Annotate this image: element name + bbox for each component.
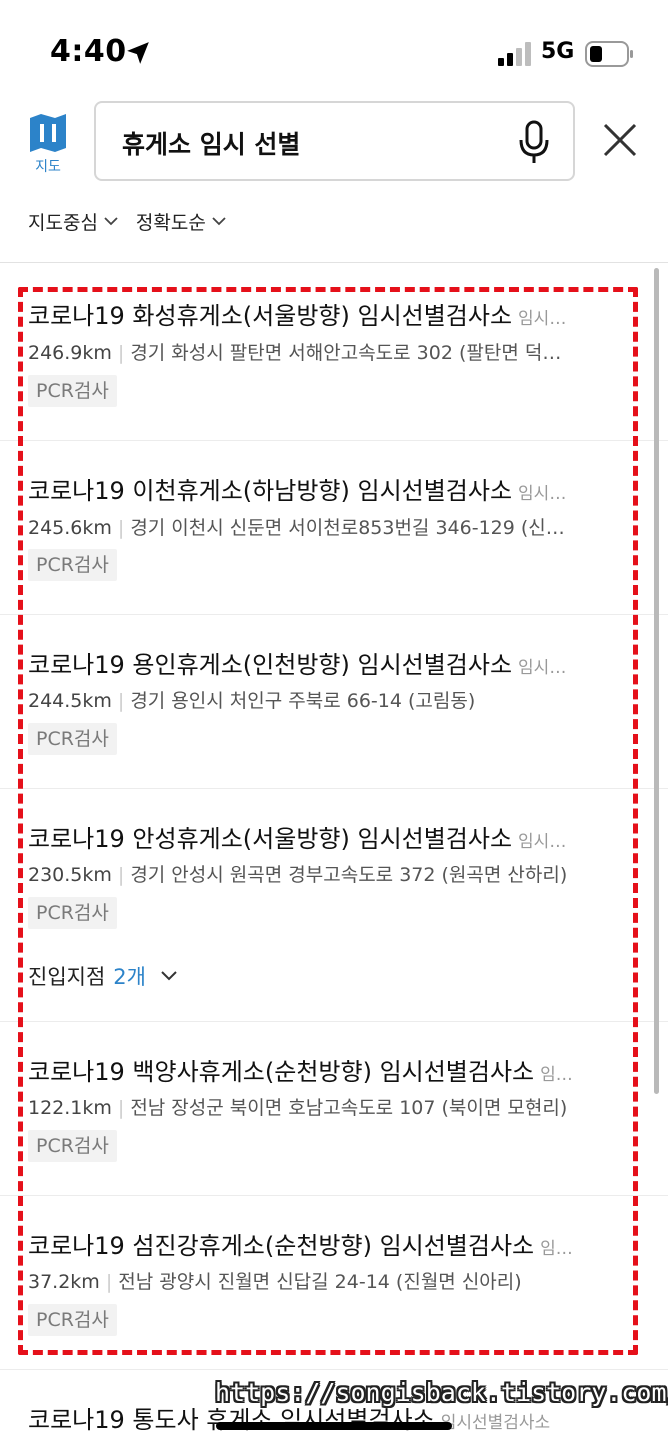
- filter-map-center[interactable]: 지도중심: [28, 205, 118, 237]
- result-category: 임…: [540, 1065, 573, 1085]
- scrollbar[interactable]: [654, 268, 659, 1094]
- status-time: 4:40: [50, 34, 127, 69]
- network-type: 5G: [541, 39, 575, 64]
- result-title: 코로나19 백양사휴게소(순천방향) 임시선별검사소: [28, 1058, 535, 1086]
- signal-icon: [498, 42, 531, 66]
- result-address: 경기 이천시 신둔면 서이천로853번길 346-129 (신…: [130, 517, 565, 539]
- result-category: 임시…: [518, 832, 567, 852]
- chevron-down-icon: [212, 217, 226, 226]
- result-category: 임시선별검사소: [440, 1413, 551, 1433]
- result-tag: PCR검사: [28, 549, 117, 581]
- result-title-row: 코로나19 이천휴게소(하남방향) 임시선별검사소 임시…: [28, 471, 632, 506]
- result-category: 임시…: [518, 658, 567, 678]
- result-title: 코로나19 이천휴게소(하남방향) 임시선별검사소: [28, 477, 513, 505]
- result-title: 코로나19 화성휴게소(서울방향) 임시선별검사소: [28, 302, 513, 330]
- result-item[interactable]: 코로나19 안성휴게소(서울방향) 임시선별검사소 임시… 230.5km | 경기 …: [0, 789, 668, 1022]
- result-address-row: 245.6km | 경기 이천시 신둔면 서이천로853번길 346-129 (신…: [28, 517, 565, 539]
- result-address: 전남 장성군 북이면 호남고속도로 107 (북이면 모현리): [130, 1097, 568, 1119]
- result-title-row: 코로나19 백양사휴게소(순천방향) 임시선별검사소 임…: [28, 1052, 632, 1087]
- result-item[interactable]: 코로나19 백양사휴게소(순천방향) 임시선별검사소 임… 122.1km | 전남 …: [0, 1022, 668, 1196]
- result-title-row: 코로나19 섬진강휴게소(순천방향) 임시선별검사소 임…: [28, 1226, 632, 1261]
- map-button[interactable]: 지도: [26, 112, 70, 182]
- result-address-row: 230.5km | 경기 안성시 원곡면 경부고속도로 372 (원곡면 산하리): [28, 864, 568, 886]
- close-icon[interactable]: [600, 120, 640, 160]
- result-tag: PCR검사: [28, 897, 117, 929]
- result-address: 경기 용인시 처인구 주북로 66-14 (고림동): [130, 690, 476, 712]
- filter-label: 정확도순: [135, 211, 206, 234]
- result-address: 경기 안성시 원곡면 경부고속도로 372 (원곡면 산하리): [130, 864, 568, 886]
- result-title-row: 코로나19 화성휴게소(서울방향) 임시선별검사소 임시…: [28, 296, 632, 331]
- result-address: 전남 광양시 진월면 신답길 24-14 (진월면 신아리): [118, 1271, 522, 1293]
- location-arrow-icon: [127, 42, 149, 64]
- filter-bar: 지도중심 정확도순: [28, 205, 226, 237]
- entry-points-count: 2개: [113, 965, 146, 989]
- watermark: https://songisback.tistory.com/: [215, 1378, 668, 1407]
- result-address-row: 244.5km | 경기 용인시 처인구 주북로 66-14 (고림동): [28, 690, 476, 712]
- chevron-down-icon: [161, 971, 177, 981]
- result-item[interactable]: 코로나19 용인휴게소(인천방향) 임시선별검사소 임시… 244.5km | 경기 …: [0, 615, 668, 789]
- filter-sort-accuracy[interactable]: 정확도순: [136, 205, 226, 237]
- result-category: 임시…: [518, 484, 567, 504]
- result-address-row: 122.1km | 전남 장성군 북이면 호남고속도로 107 (북이면 모현리): [28, 1097, 568, 1119]
- battery-icon: [585, 41, 633, 67]
- filter-label: 지도중심: [28, 211, 98, 234]
- result-title-row: 코로나19 안성휴게소(서울방향) 임시선별검사소 임시…: [28, 819, 632, 854]
- result-item[interactable]: 코로나19 화성휴게소(서울방향) 임시선별검사소 임시… 246.9km | 경기 …: [0, 263, 668, 441]
- result-tag: PCR검사: [28, 723, 117, 755]
- result-address-row: 37.2km | 전남 광양시 진월면 신답길 24-14 (진월면 신아리): [28, 1271, 522, 1293]
- result-address-row: 246.9km | 경기 화성시 팔탄면 서해안고속도로 302 (팔탄면 덕…: [28, 342, 562, 364]
- result-distance: 230.5km: [28, 864, 112, 886]
- map-icon: [30, 114, 66, 152]
- result-tag: PCR검사: [28, 1304, 117, 1336]
- result-distance: 244.5km: [28, 690, 112, 712]
- result-distance: 122.1km: [28, 1097, 112, 1119]
- result-title: 코로나19 용인휴게소(인천방향) 임시선별검사소: [28, 651, 513, 679]
- result-title: 코로나19 섬진강휴게소(순천방향) 임시선별검사소: [28, 1232, 535, 1260]
- home-indicator[interactable]: [216, 1422, 452, 1430]
- result-category: 임시…: [518, 309, 567, 329]
- result-item[interactable]: 코로나19 이천휴게소(하남방향) 임시선별검사소 임시… 245.6km | 경기 …: [0, 441, 668, 615]
- result-tag: PCR검사: [28, 375, 117, 407]
- search-query[interactable]: 휴게소 임시 선별: [122, 125, 300, 161]
- result-item[interactable]: 코로나19 섬진강휴게소(순천방향) 임시선별검사소 임… 37.2km | 전남 광…: [0, 1196, 668, 1370]
- result-category: 임…: [540, 1239, 573, 1259]
- result-distance: 245.6km: [28, 517, 112, 539]
- result-address: 경기 화성시 팔탄면 서해안고속도로 302 (팔탄면 덕…: [130, 342, 562, 364]
- map-label: 지도: [35, 159, 61, 175]
- result-title-row: 코로나19 용인휴게소(인천방향) 임시선별검사소 임시…: [28, 645, 632, 680]
- search-input[interactable]: 휴게소 임시 선별: [94, 101, 575, 181]
- chevron-down-icon: [104, 217, 118, 226]
- status-bar: 4:40 5G: [0, 0, 668, 100]
- entry-points-toggle[interactable]: 진입지점 2개: [28, 961, 178, 991]
- result-title: 코로나19 안성휴게소(서울방향) 임시선별검사소: [28, 825, 513, 853]
- result-distance: 37.2km: [28, 1271, 100, 1293]
- mic-icon[interactable]: [517, 119, 551, 165]
- entry-points-label: 진입지점: [28, 965, 106, 989]
- result-distance: 246.9km: [28, 342, 112, 364]
- result-tag: PCR검사: [28, 1130, 117, 1162]
